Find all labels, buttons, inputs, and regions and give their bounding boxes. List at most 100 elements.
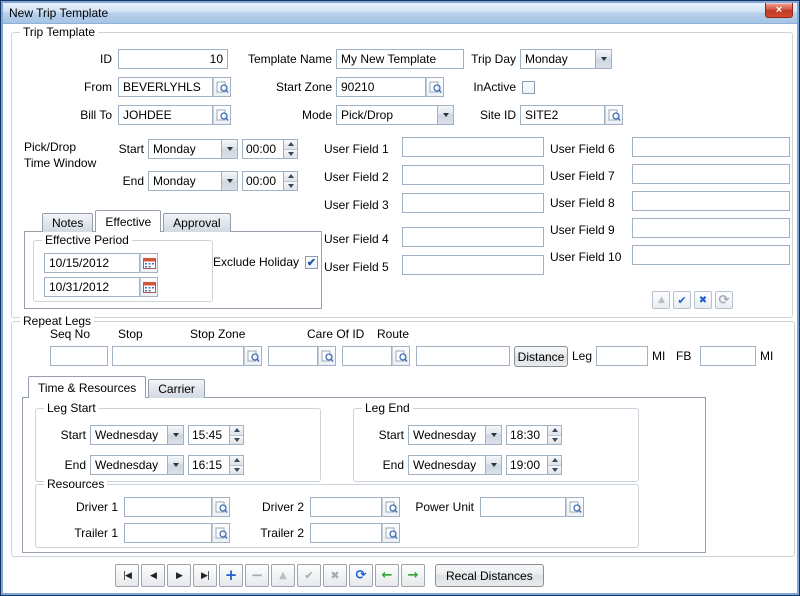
- care-of-id-field[interactable]: [342, 346, 392, 366]
- leg-end-start-day-select[interactable]: Wednesday: [408, 425, 502, 445]
- driver1-lookup-button[interactable]: [212, 497, 230, 517]
- exclude-holiday-checkbox[interactable]: ✔: [305, 256, 318, 269]
- effective-end-date-field[interactable]: [44, 277, 140, 297]
- spin-up-icon[interactable]: [284, 140, 297, 150]
- spin-up-icon[interactable]: [230, 456, 243, 466]
- user-field-3-input[interactable]: [402, 193, 544, 213]
- spin-up-icon[interactable]: [548, 456, 561, 466]
- leg-end-end-day-select[interactable]: Wednesday: [408, 455, 502, 475]
- titlebar[interactable]: New Trip Template ×: [3, 3, 797, 24]
- leg-start-end-day-select[interactable]: Wednesday: [90, 455, 184, 475]
- template-name-field[interactable]: [336, 49, 464, 69]
- nav-forward-button[interactable]: →: [401, 564, 425, 587]
- chevron-down-icon[interactable]: [167, 426, 183, 444]
- close-button[interactable]: ×: [765, 3, 793, 18]
- driver2-field[interactable]: [310, 497, 382, 517]
- trip-day-select[interactable]: Monday: [520, 49, 612, 69]
- leg-end-end-time-spinner[interactable]: 19:00: [506, 455, 562, 475]
- spin-down-icon[interactable]: [284, 182, 297, 191]
- chevron-down-icon[interactable]: [221, 172, 237, 190]
- driver2-lookup-button[interactable]: [382, 497, 400, 517]
- chevron-down-icon[interactable]: [485, 426, 501, 444]
- spin-up-icon[interactable]: [230, 426, 243, 436]
- detail-edit-button[interactable]: ▲: [652, 291, 670, 309]
- effective-start-date-field[interactable]: [44, 253, 140, 273]
- trailer2-lookup-button[interactable]: [382, 523, 400, 543]
- spin-down-icon[interactable]: [284, 150, 297, 159]
- from-field[interactable]: [118, 77, 213, 97]
- nav-cancel-button[interactable]: ✖: [323, 564, 347, 587]
- trailer1-lookup-button[interactable]: [212, 523, 230, 543]
- site-id-field[interactable]: [520, 105, 605, 125]
- driver1-field[interactable]: [124, 497, 212, 517]
- spin-up-icon[interactable]: [548, 426, 561, 436]
- spin-down-icon[interactable]: [548, 466, 561, 475]
- bill-to-field[interactable]: [118, 105, 213, 125]
- bill-to-lookup-button[interactable]: [213, 105, 231, 125]
- chevron-down-icon[interactable]: [221, 140, 237, 158]
- from-lookup-button[interactable]: [213, 77, 231, 97]
- nav-back-button[interactable]: ←: [375, 564, 399, 587]
- tab-time-resources[interactable]: Time & Resources: [28, 376, 146, 398]
- spin-down-icon[interactable]: [230, 436, 243, 445]
- leg-start-end-time-spinner[interactable]: 16:15: [188, 455, 244, 475]
- nav-refresh-button[interactable]: ⟳: [349, 564, 373, 587]
- user-field-8-input[interactable]: [632, 191, 790, 211]
- leg-start-start-day-select[interactable]: Wednesday: [90, 425, 184, 445]
- leg-field[interactable]: [596, 346, 648, 366]
- effective-start-calendar-button[interactable]: [140, 253, 158, 273]
- nav-next-button[interactable]: ▶: [167, 564, 191, 587]
- detail-post-button[interactable]: ✔: [673, 291, 691, 309]
- tw-start-day-select[interactable]: Monday: [148, 139, 238, 159]
- nav-delete-button[interactable]: −: [245, 564, 269, 587]
- chevron-down-icon[interactable]: [167, 456, 183, 474]
- user-field-9-input[interactable]: [632, 218, 790, 238]
- leg-end-start-time-spinner[interactable]: 18:30: [506, 425, 562, 445]
- detail-cancel-button[interactable]: ✖: [694, 291, 712, 309]
- tab-effective[interactable]: Effective: [95, 210, 161, 232]
- inactive-checkbox[interactable]: [522, 81, 535, 94]
- spin-up-icon[interactable]: [284, 172, 297, 182]
- stop-lookup-button[interactable]: [244, 346, 262, 366]
- chevron-down-icon[interactable]: [437, 106, 453, 124]
- fb-field[interactable]: [700, 346, 756, 366]
- nav-insert-button[interactable]: +: [219, 564, 243, 587]
- nav-post-button[interactable]: ✔: [297, 564, 321, 587]
- user-field-2-input[interactable]: [402, 165, 544, 185]
- trailer1-field[interactable]: [124, 523, 212, 543]
- tw-start-time-spinner[interactable]: 00:00: [242, 139, 298, 159]
- user-field-5-input[interactable]: [402, 255, 544, 275]
- spin-down-icon[interactable]: [548, 436, 561, 445]
- user-field-4-input[interactable]: [402, 227, 544, 247]
- tw-end-day-select[interactable]: Monday: [148, 171, 238, 191]
- chevron-down-icon[interactable]: [485, 456, 501, 474]
- stop-zone-lookup-button[interactable]: [318, 346, 336, 366]
- trailer2-field[interactable]: [310, 523, 382, 543]
- nav-prev-button[interactable]: ◀: [141, 564, 165, 587]
- user-field-10-input[interactable]: [632, 245, 790, 265]
- id-field[interactable]: [118, 49, 228, 69]
- nav-last-button[interactable]: ▶|: [193, 564, 217, 587]
- stop-field[interactable]: [112, 346, 244, 366]
- tab-carrier[interactable]: Carrier: [148, 379, 205, 398]
- tab-approval[interactable]: Approval: [163, 213, 230, 232]
- leg-start-start-time-spinner[interactable]: 15:45: [188, 425, 244, 445]
- effective-end-calendar-button[interactable]: [140, 277, 158, 297]
- distance-button[interactable]: Distance: [514, 346, 568, 367]
- tw-end-time-spinner[interactable]: 00:00: [242, 171, 298, 191]
- detail-refresh-button[interactable]: ⟳: [715, 291, 733, 309]
- power-unit-field[interactable]: [480, 497, 566, 517]
- chevron-down-icon[interactable]: [595, 50, 611, 68]
- site-id-lookup-button[interactable]: [605, 105, 623, 125]
- care-of-id-lookup-button[interactable]: [392, 346, 410, 366]
- power-unit-lookup-button[interactable]: [566, 497, 584, 517]
- spin-down-icon[interactable]: [230, 466, 243, 475]
- route-field[interactable]: [416, 346, 510, 366]
- user-field-1-input[interactable]: [402, 137, 544, 157]
- start-zone-field[interactable]: [336, 77, 426, 97]
- stop-zone-field[interactable]: [268, 346, 318, 366]
- nav-first-button[interactable]: |◀: [115, 564, 139, 587]
- user-field-7-input[interactable]: [632, 164, 790, 184]
- start-zone-lookup-button[interactable]: [426, 77, 444, 97]
- seq-no-field[interactable]: [50, 346, 108, 366]
